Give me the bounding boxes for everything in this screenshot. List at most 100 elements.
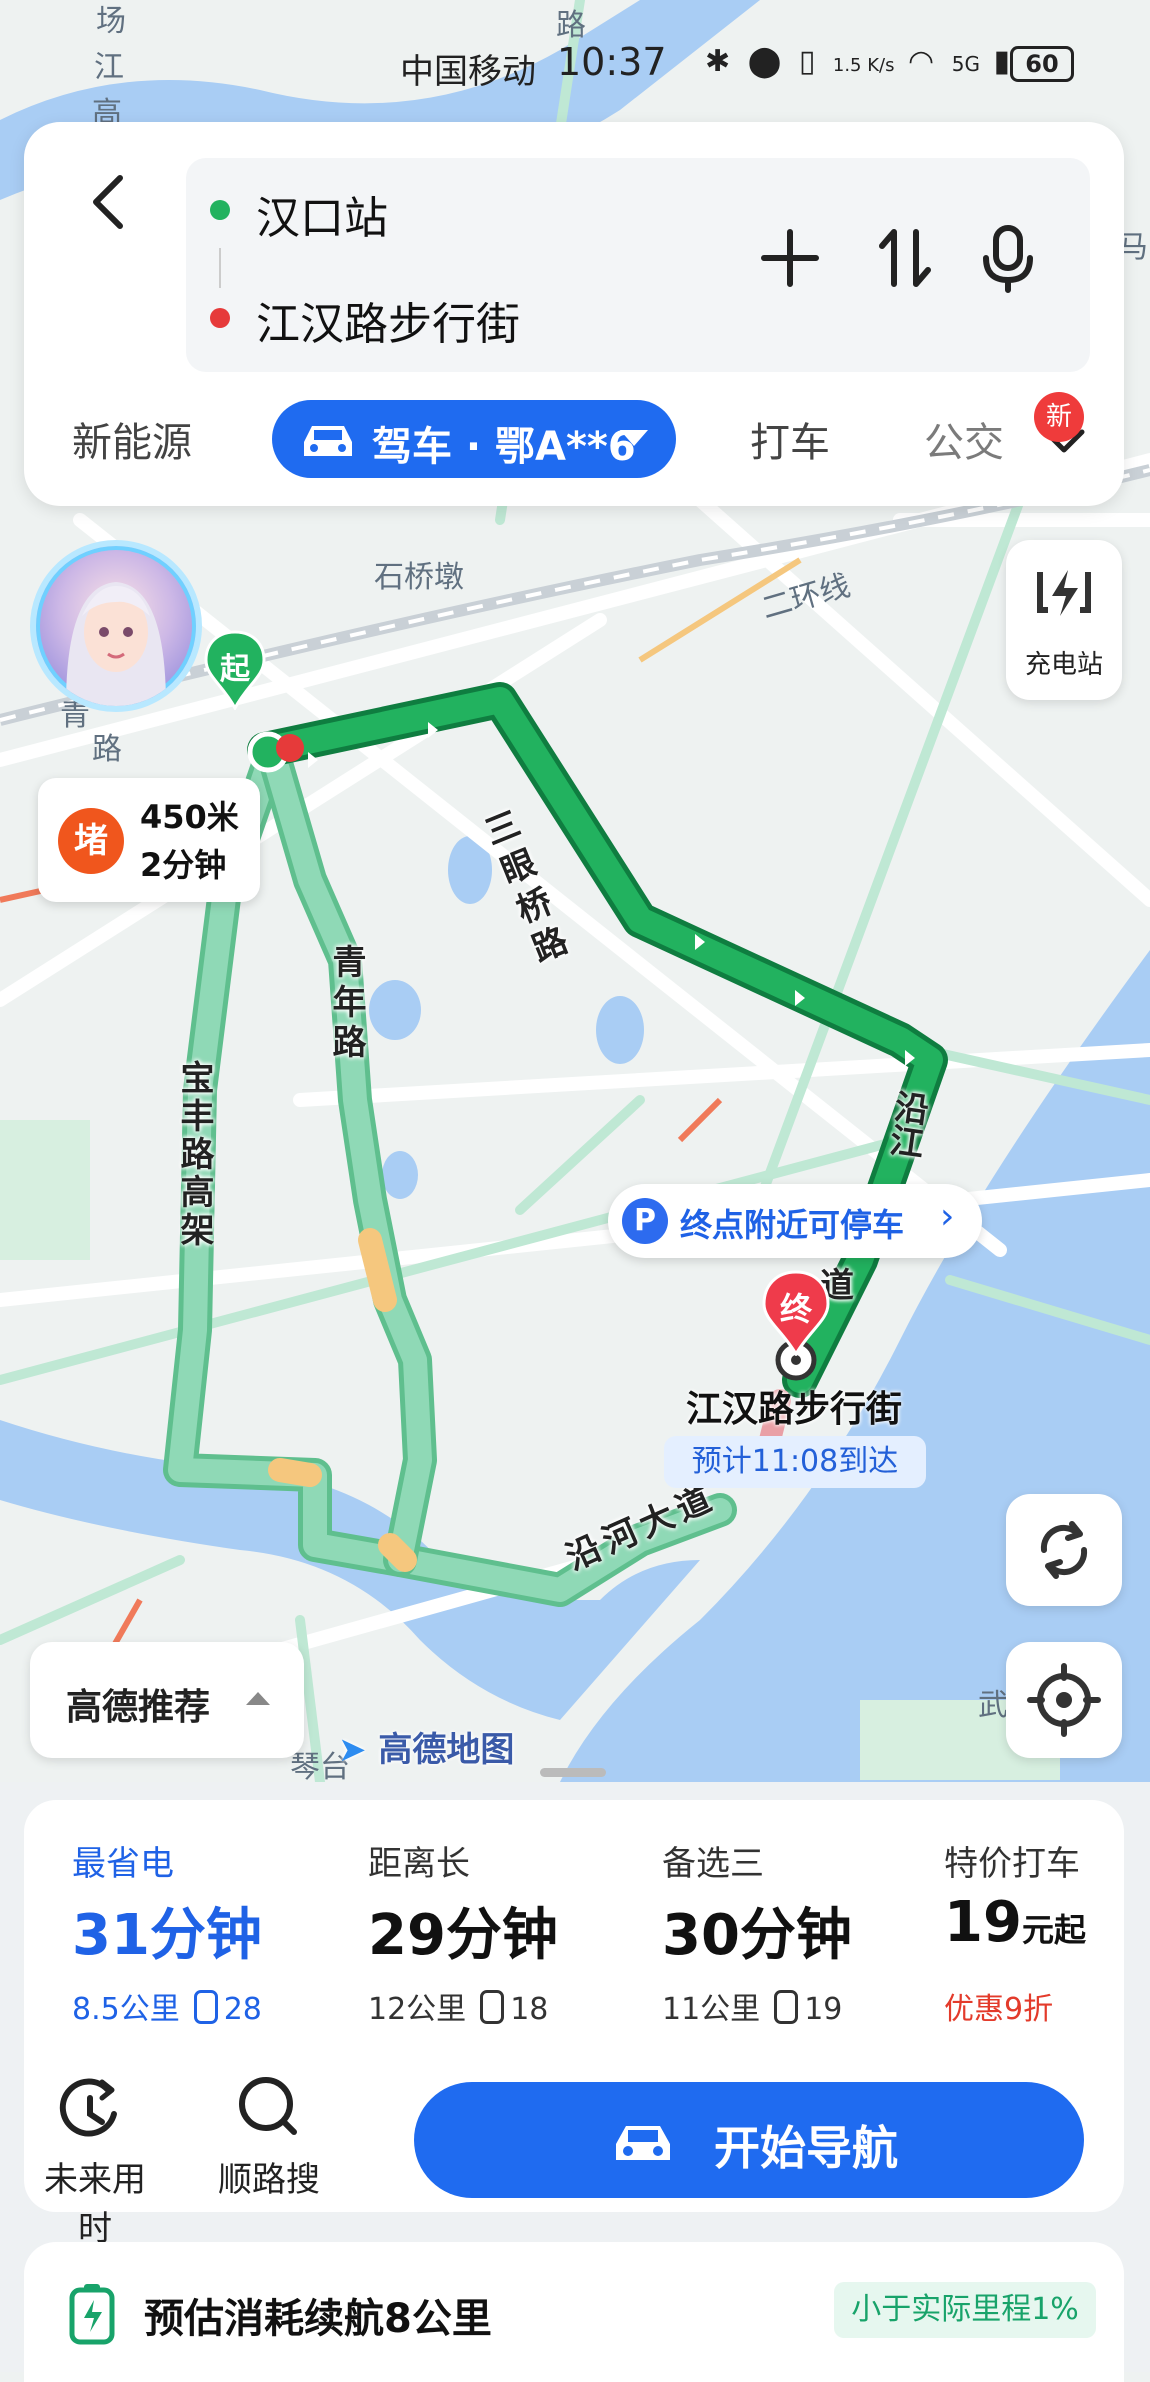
net-speed: 1.5 K/s — [832, 55, 895, 76]
map-label-edge-lu: 路 — [92, 732, 122, 767]
eta-label: 预计11:08到达 — [664, 1436, 926, 1488]
route-preference-label: 高德推荐 — [66, 1687, 211, 1728]
start-navigation-label: 开始导航 — [714, 2121, 898, 2175]
taxi-price-unit: 元起 — [1021, 1911, 1086, 1949]
road-label-yanjiang: 沿江 — [881, 1087, 931, 1161]
jam-duration: 2分钟 — [140, 846, 227, 884]
amap-logo-icon: ➤ — [338, 1730, 367, 1770]
back-button[interactable] — [74, 162, 154, 242]
origin-dot-icon — [210, 200, 230, 220]
map-label-edge-lu2: 路 — [556, 8, 586, 43]
route-option-details: 12公里 18 — [368, 1984, 548, 2028]
future-time-button[interactable]: 未来用时 — [30, 2064, 160, 2249]
route-options-card: 最省电 31分钟 8.5公里 28 距离长 29分钟 12公里 18 备选三 30分… — [24, 1800, 1124, 2249]
road-label-qingnian: 青年路 — [326, 944, 366, 1064]
taxi-offer-price: 19元起 — [944, 1890, 1086, 1955]
car-icon — [304, 426, 352, 456]
microphone-icon — [983, 225, 1033, 293]
swap-icon — [879, 229, 931, 287]
sheet-drag-handle[interactable] — [540, 1768, 606, 1777]
caret-up-icon — [246, 1692, 270, 1705]
map-label-edge-chang: 场 — [96, 4, 126, 39]
route-option-name: 备选三 — [662, 1844, 764, 1884]
status-icons: ✱ ⬤ ▯ 1.5 K/s ◠ 5G ▮ — [705, 44, 1014, 79]
route-lights: 18 — [510, 1992, 549, 2027]
car-icon — [616, 2126, 670, 2160]
dropdown-caret-icon — [620, 430, 648, 446]
traffic-light-icon — [480, 1990, 505, 2024]
route-connector — [219, 248, 221, 288]
route-option-details: 11公里 19 — [662, 1984, 842, 2028]
voice-input-button[interactable] — [968, 218, 1048, 298]
traffic-light-icon — [774, 1990, 799, 2024]
route-distance: 12公里 — [368, 1992, 467, 2027]
route-lights: 28 — [223, 1992, 262, 2027]
route-option-name: 距离长 — [368, 1844, 470, 1884]
end-marker-label: 终 — [779, 1290, 812, 1328]
route-option-2[interactable]: 距离长 29分钟 12公里 18 — [368, 1818, 628, 2038]
charging-bolt-icon — [1037, 570, 1091, 616]
battery-bolt-icon — [69, 2284, 115, 2345]
crosshair-icon — [1027, 1663, 1101, 1737]
route-distance: 8.5公里 — [72, 1992, 180, 2027]
chevron-right-icon: › — [940, 1196, 955, 1237]
location-icon: ⬤ — [747, 44, 786, 79]
status-time: 10:37 — [557, 40, 667, 84]
refresh-route-button[interactable] — [1006, 1494, 1122, 1606]
avatar-portrait-icon — [66, 582, 166, 706]
map-label-edge-wu: 武 — [978, 1688, 1008, 1723]
battery-icon: 60 — [1010, 46, 1074, 82]
destination-dot-icon — [210, 308, 230, 328]
tab-drive[interactable]: 驾车 · 鄂A**6 — [272, 400, 676, 478]
road-label-baofeng: 宝丰路高架 — [174, 1060, 214, 1250]
charging-station-label: 充电站 — [1024, 650, 1103, 680]
status-bar: 中国移动 10:37 ✱ ⬤ ▯ 1.5 K/s ◠ 5G ▮ 60 — [0, 40, 1150, 92]
new-badge: 新 — [1034, 392, 1084, 442]
charging-station-button[interactable]: 充电站 — [1006, 540, 1122, 700]
energy-estimate-text: 预估消耗续航8公里 — [144, 2296, 492, 2342]
route-option-time: 30分钟 — [662, 1903, 852, 1968]
tab-new-energy[interactable]: 新能源 — [72, 410, 192, 468]
destination-map-label: 江汉路步行街 — [686, 1389, 903, 1430]
route-preference-button[interactable]: 高德推荐 — [30, 1642, 304, 1758]
assistant-avatar[interactable] — [30, 540, 202, 712]
route-distance: 11公里 — [662, 1992, 761, 2027]
parking-icon: P — [622, 1198, 668, 1244]
energy-accuracy-badge: 小于实际里程1% — [834, 2282, 1096, 2338]
wifi-icon: ◠ — [908, 44, 939, 79]
along-route-search-button[interactable]: 顺路搜 — [204, 2064, 334, 2200]
jam-distance: 450米 — [140, 798, 239, 836]
parking-nearby-pill[interactable]: P 终点附近可停车 › — [608, 1184, 982, 1258]
network-type: 5G — [951, 52, 980, 76]
route-lights: 19 — [804, 1992, 843, 2027]
clock-icon — [59, 2078, 117, 2137]
add-waypoint-button[interactable] — [750, 218, 830, 298]
route-input-box: 汉口站 江汉路步行街 — [186, 158, 1090, 372]
route-option-3[interactable]: 备选三 30分钟 11公里 19 — [662, 1818, 922, 2038]
end-marker[interactable]: 终 — [760, 1270, 832, 1357]
tab-taxi[interactable]: 打车 — [750, 410, 830, 468]
route-option-1[interactable]: 最省电 31分钟 8.5公里 28 — [72, 1818, 332, 2038]
destination-field[interactable]: 江汉路步行街 — [256, 288, 520, 352]
route-option-time: 31分钟 — [72, 1903, 262, 1968]
search-icon — [239, 2077, 297, 2135]
start-marker[interactable]: 起 — [202, 630, 268, 712]
jam-badge: 堵 — [58, 808, 124, 874]
start-navigation-button[interactable]: 开始导航 — [414, 2082, 1084, 2198]
start-marker-label: 起 — [220, 652, 250, 687]
parking-nearby-text: 终点附近可停车 — [680, 1206, 905, 1244]
traffic-jam-card[interactable]: 堵 450米 2分钟 — [38, 778, 260, 902]
bluetooth-icon: ✱ — [705, 44, 735, 79]
taxi-offer-name: 特价打车 — [944, 1844, 1080, 1884]
energy-estimate-card[interactable]: 预估消耗续航8公里 小于实际里程1% — [24, 2242, 1124, 2382]
along-route-search-label: 顺路搜 — [218, 2160, 320, 2200]
locate-me-button[interactable] — [1006, 1642, 1122, 1758]
swap-route-button[interactable] — [864, 218, 944, 298]
refresh-icon — [1040, 1521, 1088, 1579]
taxi-offer-option[interactable]: 特价打车 19元起 优惠9折 — [944, 1818, 1114, 2038]
tab-transit[interactable]: 公交 — [924, 410, 1004, 468]
route-bottom-sheet: 最省电 31分钟 8.5公里 28 距离长 29分钟 12公里 18 备选三 30分… — [0, 1782, 1150, 2382]
status-carrier: 中国移动 — [400, 52, 536, 92]
taxi-promo: 优惠9折 — [944, 1992, 1054, 2027]
origin-field[interactable]: 汉口站 — [256, 182, 388, 246]
